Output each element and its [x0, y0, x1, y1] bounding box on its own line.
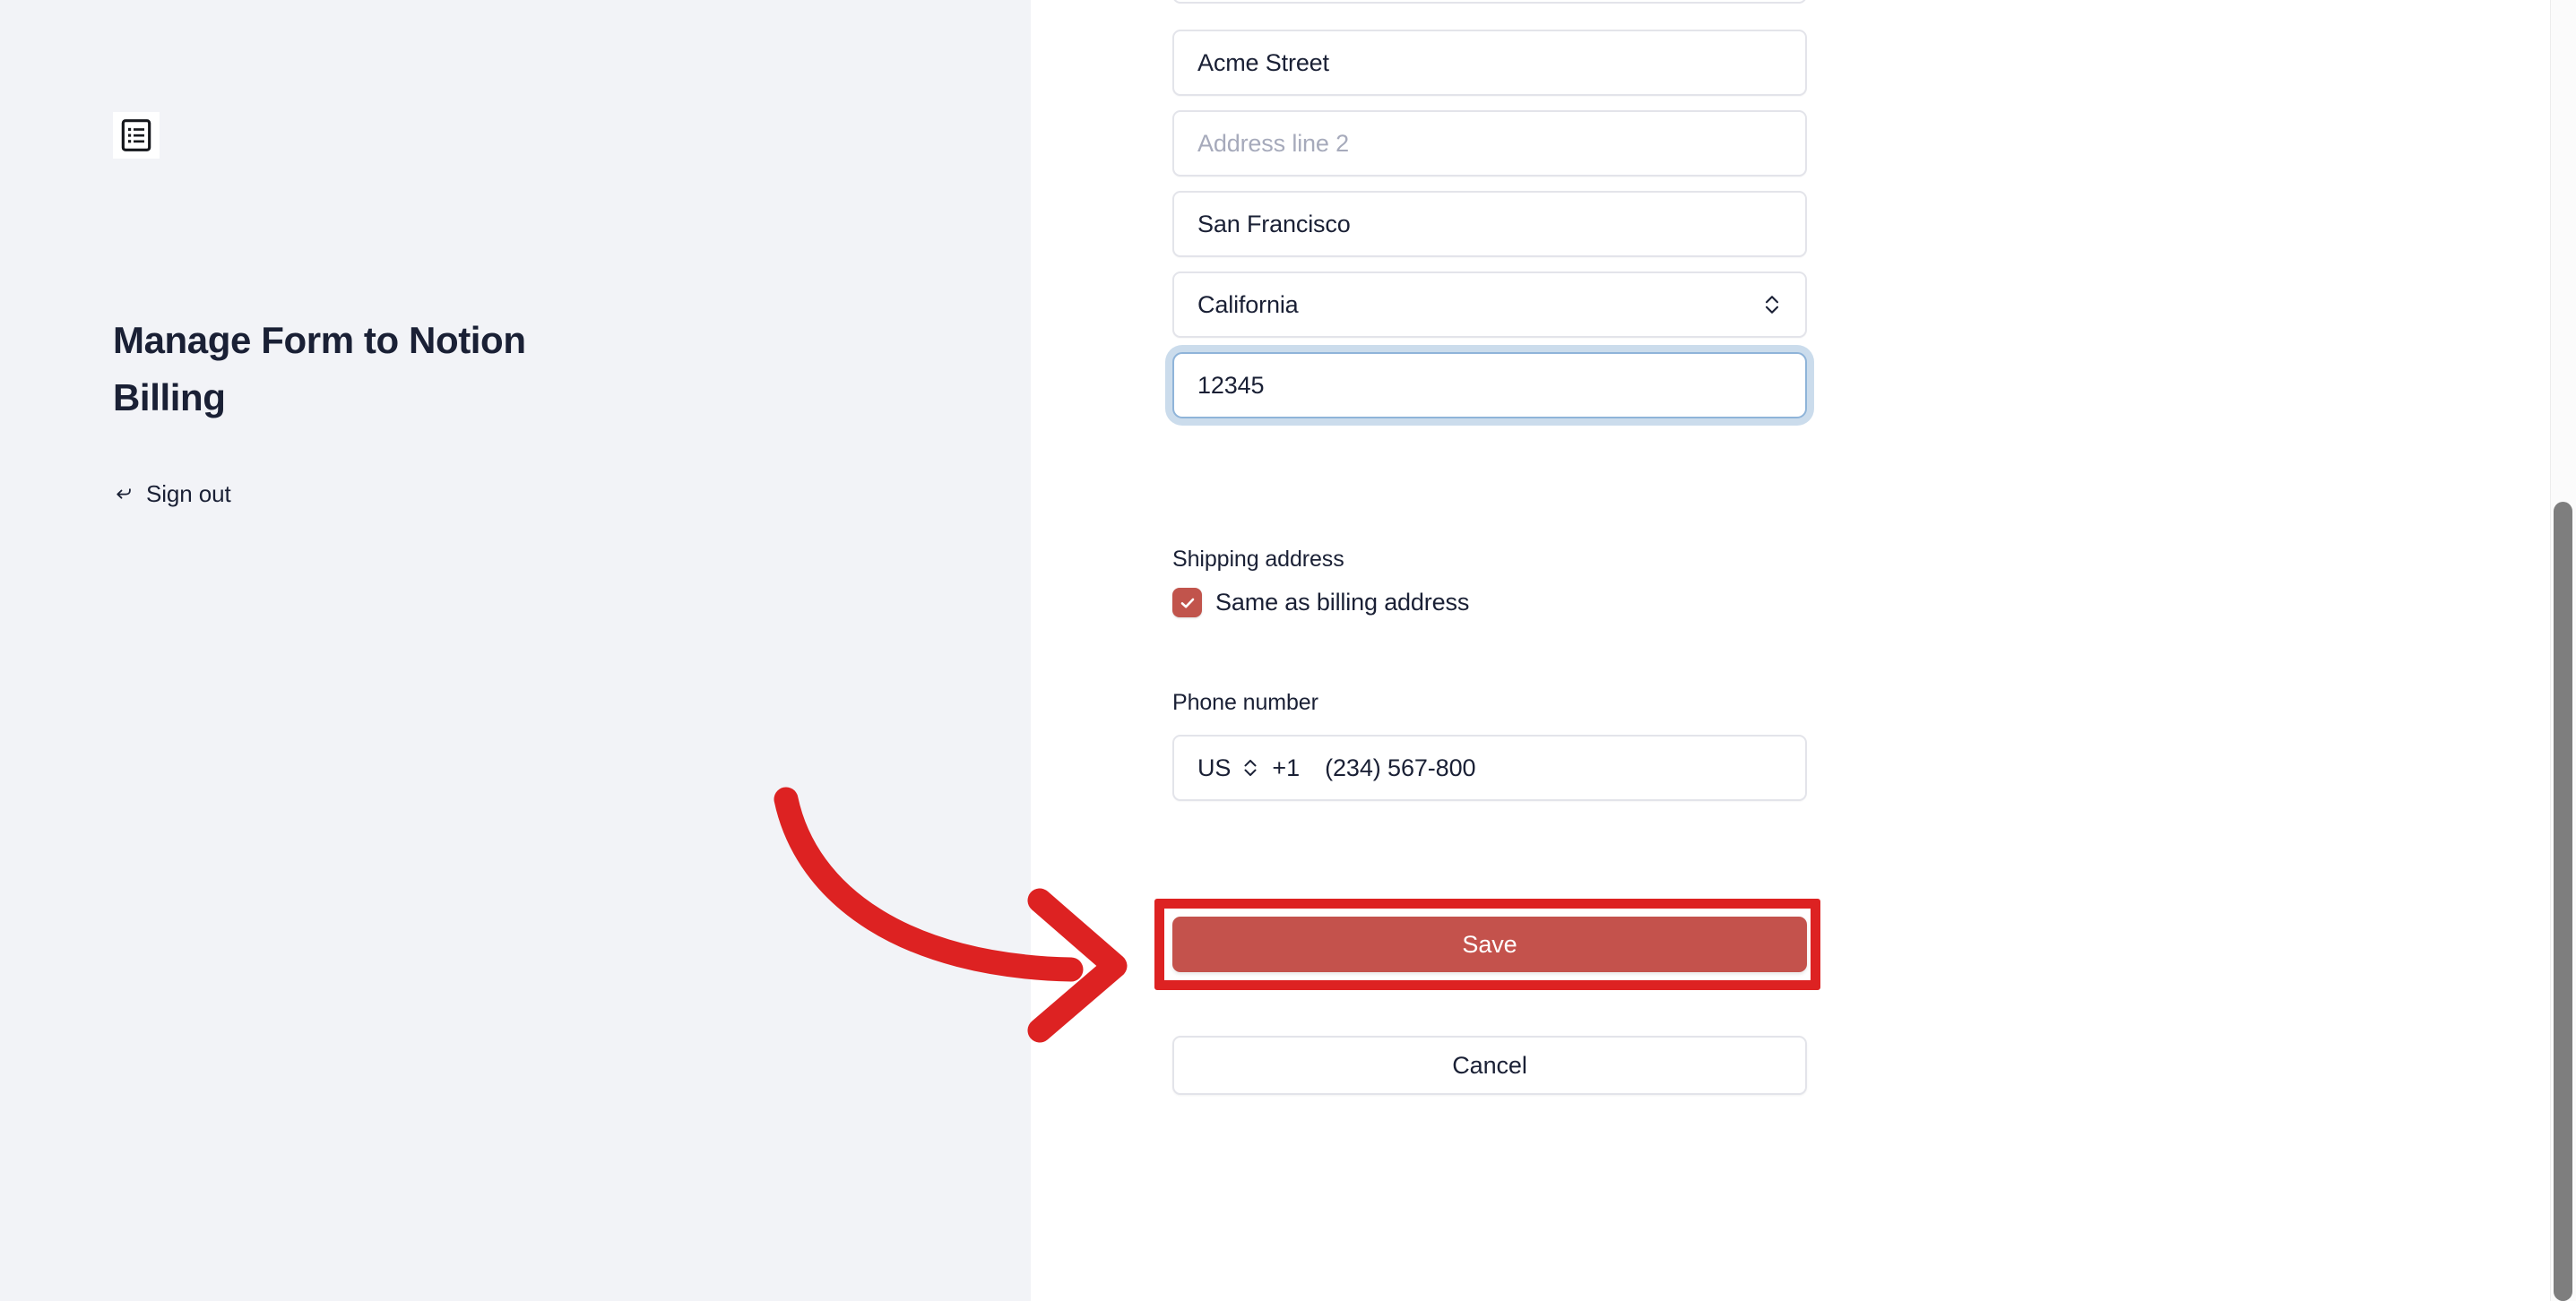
shipping-address-label: Shipping address: [1172, 547, 1344, 572]
same-as-billing-label: Same as billing address: [1215, 589, 1470, 616]
save-button[interactable]: Save: [1172, 917, 1807, 972]
app-root: Manage Form to Notion Billing Sign out P…: [0, 0, 2576, 1301]
phone-number-value: (234) 567-800: [1325, 754, 1476, 781]
same-as-billing-checkbox[interactable]: [1172, 588, 1202, 617]
cancel-button[interactable]: Cancel: [1172, 1036, 1807, 1095]
state-select-value: California: [1197, 290, 1299, 318]
phone-number-label: Phone number: [1172, 690, 1318, 715]
state-select[interactable]: California: [1172, 271, 1807, 338]
city-input[interactable]: San Francisco: [1172, 191, 1807, 257]
phone-country-code: US: [1197, 754, 1232, 781]
sign-out-button[interactable]: Sign out: [113, 480, 231, 508]
address-line-2-input[interactable]: Address line 2: [1172, 110, 1807, 177]
list-document-icon: [113, 112, 160, 159]
vertical-scrollbar-thumb[interactable]: [2554, 502, 2572, 1301]
phone-number-input[interactable]: US +1 (234) 567-800: [1172, 735, 1807, 801]
sign-out-label: Sign out: [146, 480, 231, 507]
address-line-1-input[interactable]: Acme Street: [1172, 30, 1807, 96]
chevron-up-down-icon: [1762, 291, 1782, 318]
chevron-up-down-icon[interactable]: [1241, 755, 1259, 780]
back-arrow-icon: [113, 484, 134, 505]
check-icon: [1180, 598, 1194, 607]
vertical-scrollbar-track[interactable]: [2550, 0, 2576, 1301]
field-above-cutoff[interactable]: [1172, 0, 1807, 4]
page-title: Manage Form to Notion Billing: [113, 319, 526, 418]
phone-dial-code: +1: [1272, 754, 1301, 781]
postal-code-input[interactable]: 12345: [1172, 352, 1807, 418]
same-as-billing-checkbox-row[interactable]: Same as billing address: [1172, 588, 1469, 617]
sidebar-panel: Manage Form to Notion Billing Sign out P…: [0, 0, 1031, 1301]
billing-form-panel: Acme Street Address line 2 San Francisco…: [1031, 0, 2576, 1301]
